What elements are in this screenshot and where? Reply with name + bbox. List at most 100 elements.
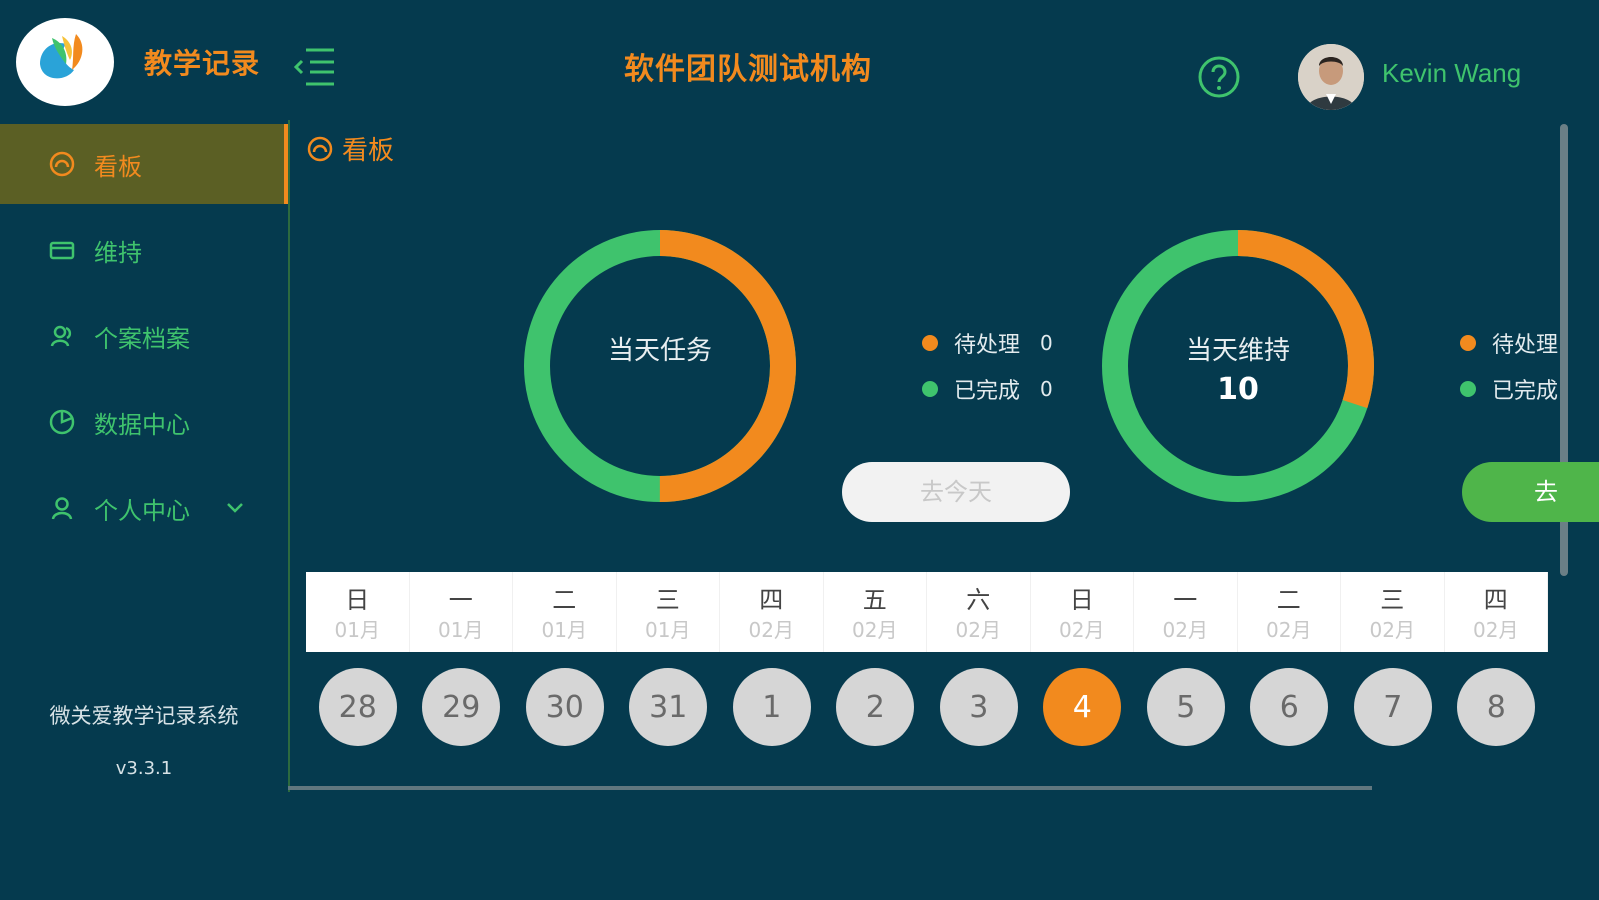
calendar-days: 28 29 30 31 1 2 3 4 5 6 7 8 <box>306 668 1548 746</box>
legend-label: 待处理 <box>954 333 1021 358</box>
sidebar: 教学记录 看板 维持 个案档案 数据中心 个人中心 微关爱教学记录系统 v3.3… <box>0 0 288 805</box>
weekday-label: 日 <box>1069 586 1094 614</box>
dashboard-icon <box>46 148 78 180</box>
calendar-weekday-column: 日 02月 <box>1031 572 1134 652</box>
sidebar-footer: 微关爱教学记录系统 v3.3.1 <box>0 700 288 779</box>
menu-collapse-icon <box>293 48 334 86</box>
month-label: 01月 <box>541 618 587 642</box>
system-name: 微关爱教学记录系统 <box>49 704 239 728</box>
calendar-weekday-column: 一 02月 <box>1134 572 1238 652</box>
calendar-day[interactable]: 30 <box>525 668 604 746</box>
card-icon <box>46 234 78 266</box>
weekday-label: 二 <box>1276 586 1301 614</box>
legend-count: 0 <box>1040 331 1053 355</box>
sidebar-nav: 看板 维持 个案档案 数据中心 个人中心 <box>0 124 288 554</box>
breadcrumb: 看板 <box>306 130 394 167</box>
calendar-day-slot: 3 <box>927 668 1031 746</box>
donut-value: 10 <box>1217 372 1259 407</box>
sidebar-item-personal-center[interactable]: 个人中心 <box>0 468 288 548</box>
calendar-weekday-column: 日 01月 <box>306 572 410 652</box>
calendar-weekday-column: 二 01月 <box>513 572 617 652</box>
done-dot-icon <box>1460 381 1476 397</box>
legend-item-done: 已完成 <box>1460 366 1599 412</box>
calendar-day[interactable]: 1 <box>732 668 811 746</box>
month-label: 02月 <box>852 618 898 642</box>
weekday-label: 四 <box>1483 586 1508 614</box>
calendar-weekday-column: 四 02月 <box>720 572 824 652</box>
calendar-day[interactable]: 8 <box>1457 668 1536 746</box>
help-icon[interactable] <box>1196 54 1242 100</box>
weekday-label: 六 <box>966 586 991 614</box>
calendar-weekday-column: 三 02月 <box>1341 572 1445 652</box>
calendar-day-slot: 30 <box>513 668 617 746</box>
month-label: 01月 <box>645 618 691 642</box>
today-tasks-legend: 待处理 0 已完成 0 <box>922 320 1053 412</box>
today-maintain-legend: 待处理 已完成 <box>1460 320 1599 412</box>
legend-item-pending: 待处理 <box>1460 320 1599 366</box>
month-label: 02月 <box>1369 618 1415 642</box>
month-label: 02月 <box>1162 618 1208 642</box>
go-maintain-button[interactable]: 去 <box>1462 462 1599 522</box>
month-label: 02月 <box>955 618 1001 642</box>
weekday-label: 三 <box>1380 586 1405 614</box>
calendar-day[interactable]: 31 <box>629 668 708 746</box>
calendar-day[interactable]: 28 <box>318 668 397 746</box>
calendar-day-selected[interactable]: 4 <box>1043 668 1122 746</box>
donut-title: 当天任务 <box>607 336 712 366</box>
app-name: 教学记录 <box>144 47 261 80</box>
pending-dot-icon <box>1460 335 1476 351</box>
calendar-day-slot: 28 <box>306 668 410 746</box>
sidebar-item-maintain[interactable]: 维持 <box>0 210 288 290</box>
content-divider <box>288 120 290 792</box>
user-icon <box>46 492 78 524</box>
menu-toggle-button[interactable] <box>292 44 340 88</box>
sidebar-item-case-files[interactable]: 个案档案 <box>0 296 288 376</box>
sidebar-item-dashboard[interactable]: 看板 <box>0 124 288 204</box>
calendar-day-slot: 2 <box>824 668 928 746</box>
weekday-label: 三 <box>655 586 680 614</box>
month-label: 01月 <box>334 618 380 642</box>
legend-label: 已完成 <box>954 379 1021 404</box>
donut-title: 当天维持 <box>1185 336 1290 366</box>
go-today-button[interactable]: 去今天 <box>842 462 1070 522</box>
legend-count: 0 <box>1040 377 1053 401</box>
legend-label: 已完成 <box>1492 379 1559 404</box>
user-name[interactable]: Kevin Wang <box>1382 58 1521 89</box>
weekday-label: 日 <box>345 586 370 614</box>
sidebar-item-data-center[interactable]: 数据中心 <box>0 382 288 462</box>
calendar-day[interactable]: 6 <box>1250 668 1329 746</box>
weekday-label: 一 <box>1173 586 1198 614</box>
calendar-day-slot: 1 <box>720 668 824 746</box>
sidebar-item-label: 数据中心 <box>94 410 190 439</box>
calendar-header: 日 01月 一 01月 二 01月 三 01月 四 02月 五 02月 六 02月 日 02月 一 02月 二 02月… <box>306 572 1548 652</box>
avatar[interactable] <box>1298 44 1364 110</box>
breadcrumb-label[interactable]: 看板 <box>342 130 394 167</box>
sidebar-item-label: 个案档案 <box>94 324 190 353</box>
done-dot-icon <box>922 381 938 397</box>
app-logo[interactable] <box>16 18 114 106</box>
calendar-weekday-column: 四 02月 <box>1445 572 1548 652</box>
sidebar-item-label: 个人中心 <box>94 496 190 525</box>
month-label: 02月 <box>748 618 794 642</box>
calendar-day[interactable]: 7 <box>1353 668 1432 746</box>
calendar-weekday-column: 二 02月 <box>1238 572 1341 652</box>
org-title: 软件团队测试机构 <box>624 52 872 87</box>
legend-item-done: 已完成 0 <box>922 366 1053 412</box>
pie-chart-icon <box>46 406 78 438</box>
weekday-label: 二 <box>552 586 577 614</box>
chevron-down-icon[interactable] <box>226 498 244 519</box>
calendar-day-slot: 4 <box>1031 668 1135 746</box>
calendar-day[interactable]: 2 <box>836 668 915 746</box>
sidebar-item-label: 看板 <box>94 152 142 181</box>
legend-item-pending: 待处理 0 <box>922 320 1053 366</box>
calendar-weekday-column: 一 01月 <box>410 572 513 652</box>
weekday-label: 四 <box>759 586 784 614</box>
pending-dot-icon <box>922 335 938 351</box>
calendar-day[interactable]: 3 <box>939 668 1018 746</box>
people-icon <box>46 320 78 352</box>
dashboard-icon <box>307 136 333 161</box>
calendar-weekday-column: 三 01月 <box>617 572 720 652</box>
calendar-day[interactable]: 29 <box>422 668 501 746</box>
calendar-day-slot: 5 <box>1134 668 1238 746</box>
calendar-day[interactable]: 5 <box>1146 668 1225 746</box>
